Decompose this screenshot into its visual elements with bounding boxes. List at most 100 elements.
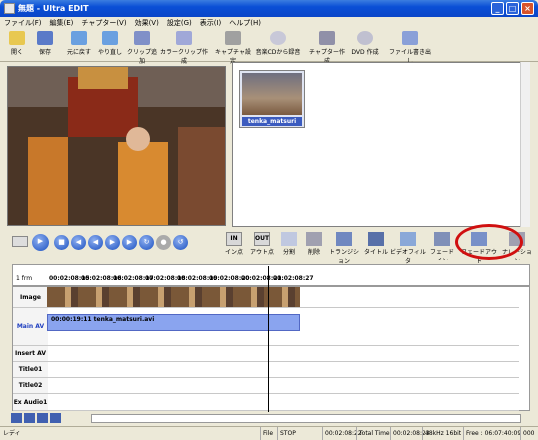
clip-thumbnail-image	[242, 73, 302, 115]
out-icon: OUT	[254, 232, 270, 246]
track-row-ex-audio1[interactable]	[48, 394, 519, 411]
title-icon	[368, 232, 384, 246]
menu-view[interactable]: 表示(I)	[196, 17, 226, 29]
zoom-in-button[interactable]	[24, 413, 35, 423]
undo-icon	[71, 31, 87, 45]
fade-in-icon	[434, 232, 450, 246]
trash-icon	[306, 232, 322, 246]
file-export-button[interactable]: ファイル書き出し	[388, 31, 432, 65]
loop-button[interactable]: ↻	[139, 235, 154, 250]
maximize-button[interactable]: □	[506, 2, 519, 15]
menu-help[interactable]: ヘルプ(H)	[225, 17, 265, 29]
dvd-create-button[interactable]: DVD 作成	[350, 31, 380, 59]
menu-bar: ファイル(F) 編集(E) チャプター(V) 効果(V) 設定(G) 表示(I) ヘルプ(H…	[0, 17, 538, 29]
color-clip-icon	[176, 31, 192, 45]
color-clip-button[interactable]: カラークリップ作成	[160, 31, 208, 65]
step-back-button[interactable]: ◀	[88, 235, 103, 250]
bin-scrollbar[interactable]	[520, 62, 530, 227]
redo-button[interactable]: やり直し	[96, 31, 124, 59]
fade-in-button[interactable]: フェードイン	[428, 232, 456, 260]
video-preview	[7, 66, 226, 226]
status-audio: 48kHz 16bit	[422, 427, 461, 440]
status-total-label: Total Time	[356, 427, 390, 440]
menu-effect[interactable]: 効果(V)	[131, 17, 163, 29]
film-icon	[134, 31, 150, 45]
status-file: File	[260, 427, 273, 440]
timeline-controls	[7, 412, 530, 425]
in-icon: IN	[226, 232, 242, 246]
add-clip-button[interactable]: クリップ追加	[126, 31, 158, 65]
play-button[interactable]: ▶	[32, 234, 49, 251]
in-point-button[interactable]: IN イン点	[224, 232, 244, 260]
clip-name: tenka_matsuri	[242, 117, 302, 126]
split-button[interactable]: 分割	[279, 232, 299, 260]
transport-controls: ▶ ■ ◀ ◀ ▶ ▶ ↻ ● ↺	[12, 234, 222, 252]
zoom-fit-button[interactable]	[37, 413, 48, 423]
step-forward-button[interactable]: ▶	[105, 235, 120, 250]
camera-icon	[225, 31, 241, 45]
repeat-button[interactable]: ↺	[173, 235, 188, 250]
prev-button[interactable]: ◀	[71, 235, 86, 250]
track-header-ex-audio1: Ex Audio1	[13, 394, 48, 411]
video-filter-button[interactable]: ビデオフィルタ	[390, 232, 426, 265]
export-icon	[402, 31, 418, 45]
delete-button[interactable]: 削除	[304, 232, 324, 260]
cd-record-button[interactable]: 音楽CDから録音	[255, 31, 301, 59]
next-button[interactable]: ▶	[122, 235, 137, 250]
toolbar: 開く 保存 元に戻す やり直し クリップ追加 カラークリップ作成 キャプチャ設定…	[0, 29, 538, 65]
zoom-out-button[interactable]	[11, 413, 22, 423]
status-ready: レディ	[3, 430, 21, 437]
snap-button[interactable]	[50, 413, 61, 423]
stop-button[interactable]: ■	[54, 235, 69, 250]
title-button[interactable]: タイトル	[364, 232, 388, 260]
transition-button[interactable]: トランジション	[327, 232, 361, 265]
menu-edit[interactable]: 編集(E)	[46, 17, 78, 29]
camera-toggle[interactable]	[12, 236, 28, 247]
track-row-title01[interactable]	[48, 362, 519, 378]
filter-icon	[400, 232, 416, 246]
title-bar: 無題 - Ultra EDIT	[0, 0, 538, 17]
window-title: 無題 - Ultra EDIT	[18, 4, 89, 13]
highlight-circle	[455, 224, 523, 260]
cd-icon	[270, 31, 286, 45]
redo-icon	[102, 31, 118, 45]
preview-frame-image	[8, 67, 225, 225]
minimize-button[interactable]: _	[491, 2, 504, 15]
track-header-image: Image	[13, 287, 48, 308]
clip-thumbnail[interactable]: tenka_matsuri	[239, 70, 305, 128]
main-av-clip[interactable]: 00:00:19:11 tenka_matsuri.avi	[47, 314, 300, 331]
split-icon	[281, 232, 297, 246]
status-bar: レディ File STOP 00:02:08:22 Total Time 00:…	[0, 426, 538, 440]
timeline-ruler[interactable]: 1 frm 00:02:08:15 00:02:08:16 00:02:08:1…	[12, 264, 530, 286]
track-header-main-av: Main AV	[13, 308, 48, 346]
disk-icon	[37, 31, 53, 45]
menu-file[interactable]: ファイル(F)	[0, 17, 46, 29]
status-state: STOP	[277, 427, 317, 440]
capture-settings-button[interactable]: キャプチャ設定	[214, 31, 252, 65]
menu-settings[interactable]: 設定(G)	[163, 17, 196, 29]
chapter-create-button[interactable]: チャプター作成	[308, 31, 346, 65]
dvd-icon	[357, 31, 373, 45]
save-button[interactable]: 保存	[34, 31, 56, 59]
record-button[interactable]: ●	[156, 235, 171, 250]
status-free-value: 000	[520, 427, 534, 440]
out-point-button[interactable]: OUT アウト点	[249, 232, 275, 260]
app-icon	[4, 3, 15, 14]
track-header-insert-av: Insert AV	[13, 346, 48, 362]
status-free: Free : 06:07:40:09	[463, 427, 521, 440]
open-button[interactable]: 開く	[6, 31, 28, 59]
chapter-icon	[319, 31, 335, 45]
timeline-scrollbar[interactable]	[91, 414, 521, 423]
folder-icon	[9, 31, 25, 45]
track-header-title01: Title01	[13, 362, 48, 378]
ruler-time: 00:02:08:27	[273, 275, 314, 282]
undo-button[interactable]: 元に戻す	[64, 31, 94, 59]
ruler-scale: 1 frm	[16, 275, 33, 282]
menu-chapter[interactable]: チャプター(V)	[77, 17, 130, 29]
track-row-insert-av[interactable]	[48, 346, 519, 362]
track-row-title02[interactable]	[48, 378, 519, 394]
track-header-title02: Title02	[13, 378, 48, 394]
image-thumbnail-strip[interactable]	[47, 287, 300, 307]
close-button[interactable]: ×	[521, 2, 534, 15]
playhead[interactable]	[268, 266, 269, 412]
